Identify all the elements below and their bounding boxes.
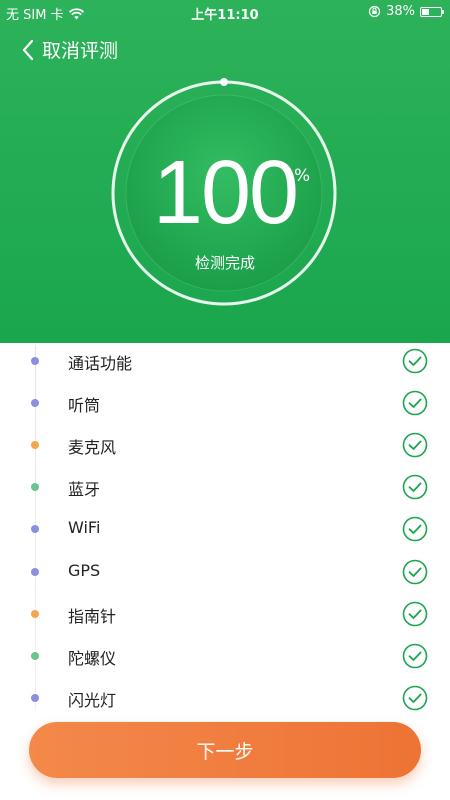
check-circle-icon [402,685,428,711]
checklist-item-label: 通话功能 [68,354,133,373]
checklist-item: WiFi [0,508,450,550]
check-circle-icon [402,559,428,584]
checklist-item-label: 指南针 [68,606,117,626]
checklist-item-label: 麦克风 [68,438,117,458]
gauge-caption: 检测完成 [194,254,255,272]
hero-header: 无 SIM 卡 上午11:10 38% 取消评测 100 % 检测完成 [0,0,450,343]
checklist-item-label: GPS [68,560,101,580]
timeline-dot [31,651,39,660]
progress-gauge: 100 % 检测完成 [0,0,450,343]
check-circle-icon [402,432,428,458]
gauge-percent-value: 100 [152,143,299,243]
timeline-dot [31,693,39,702]
timeline-dot [31,567,39,576]
checklist-item-label: 蓝牙 [68,480,101,500]
checklist-item: 陀螺仪 [0,635,450,677]
checklist-item: 指南针 [0,593,450,635]
checklist-item: 听筒 [0,382,450,424]
check-circle-icon [402,601,428,626]
gauge-indicator-dot [220,78,228,86]
checklist-item-label: 闪光灯 [68,690,117,710]
next-step-button[interactable]: 下一步 [29,722,421,778]
checklist-item-label: WiFi [68,518,101,538]
checklist-item-label: 听筒 [68,396,101,416]
checklist-item: 蓝牙 [0,466,450,508]
check-circle-icon [402,517,428,542]
check-circle-icon [402,390,428,416]
checklist-item: 麦克风 [0,424,450,466]
timeline-dot [31,609,39,618]
timeline-dot [31,525,39,534]
checklist-item-label: 陀螺仪 [68,648,117,668]
gauge-percent-unit: % [294,166,311,186]
check-circle-icon [402,643,428,668]
timeline-dot [31,399,39,408]
check-circle-icon [402,348,428,374]
checklist-item: GPS [0,551,450,593]
timeline-dot [31,441,39,450]
timeline-dot [31,483,39,492]
checklist-item: 闪光灯 [0,677,450,719]
check-circle-icon [402,474,428,500]
gauge-value-block: 100 % [0,148,450,238]
timeline-dot [31,357,39,365]
checklist-item: 通话功能 [0,340,450,382]
